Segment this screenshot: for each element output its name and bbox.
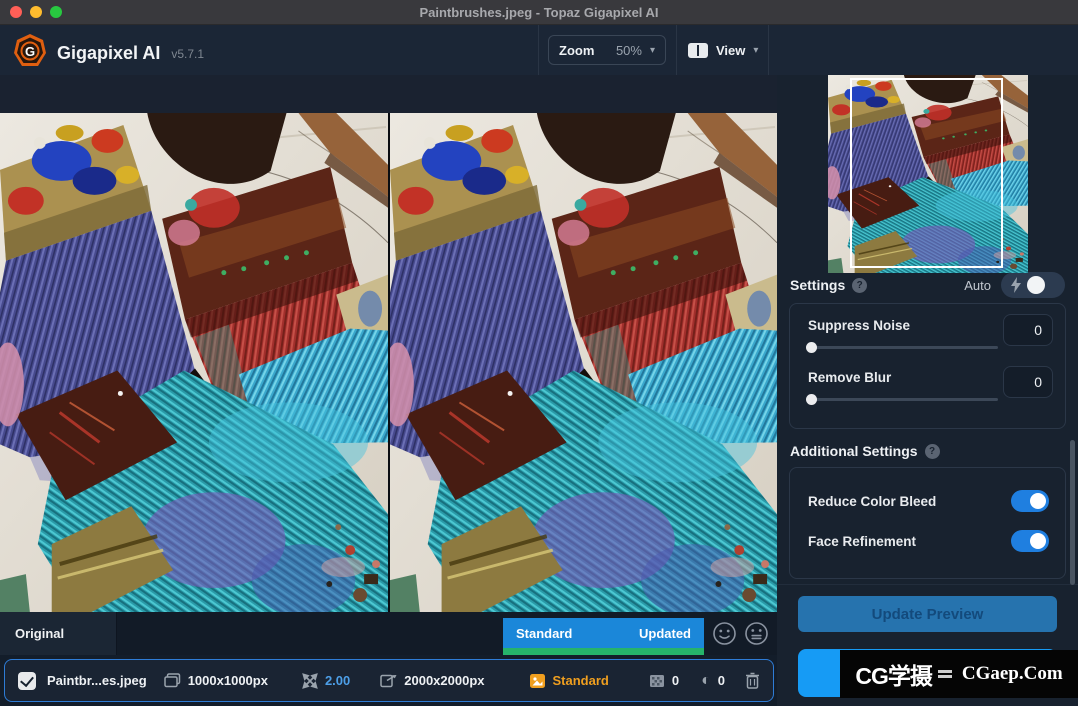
preview-navigator[interactable] xyxy=(828,75,1028,273)
reduce-color-bleed-label: Reduce Color Bleed xyxy=(808,494,936,509)
zoom-value: 50% xyxy=(616,43,642,58)
processed-image-pane[interactable] xyxy=(390,113,777,612)
tab-original[interactable]: Original xyxy=(0,612,117,655)
watermark-site: CGaep.Com xyxy=(962,663,1063,685)
suppress-noise-slider-knob[interactable] xyxy=(806,342,817,353)
update-preview-label: Update Preview xyxy=(872,606,984,623)
toolbar-separator xyxy=(676,25,677,75)
remove-blur-value: 0 xyxy=(1034,374,1042,390)
svg-text:G: G xyxy=(25,44,35,59)
panel-divider xyxy=(777,584,1078,585)
toggles-group: Reduce Color Bleed Face Refinement xyxy=(789,467,1066,579)
app-logo-icon: G xyxy=(12,33,48,74)
app-version: v5.7.1 xyxy=(171,47,204,61)
watermark-logo: CG学摄 xyxy=(855,657,932,691)
feedback-neutral-button[interactable] xyxy=(744,621,769,646)
minimize-button[interactable] xyxy=(30,6,42,18)
zoom-dropdown[interactable]: Zoom 50% ▾ xyxy=(548,35,666,65)
face-refinement-toggle[interactable] xyxy=(1011,530,1049,552)
face-refinement-label: Face Refinement xyxy=(808,534,916,549)
tab-standard[interactable]: Standard xyxy=(516,626,572,641)
toolbar-separator xyxy=(768,25,769,75)
window-title: Paintbrushes.jpeg - Topaz Gigapixel AI xyxy=(419,5,658,20)
updated-indicator xyxy=(503,648,704,655)
fullscreen-button[interactable] xyxy=(50,6,62,18)
suppress-noise-valuebox[interactable]: 0 xyxy=(1003,314,1053,346)
toolbar-separator xyxy=(538,25,539,75)
output-size: 2000x2000px xyxy=(404,673,484,688)
remove-blur-valuebox[interactable]: 0 xyxy=(1003,366,1053,398)
export-icon xyxy=(380,673,397,688)
remove-blur-slider[interactable] xyxy=(808,398,998,401)
view-label: View xyxy=(716,43,745,58)
model-icon xyxy=(529,673,546,689)
auto-toggle[interactable] xyxy=(1001,272,1065,298)
chevron-down-icon: ▾ xyxy=(650,45,655,56)
remove-blur-slider-knob[interactable] xyxy=(806,394,817,405)
settings-panel: Settings ? Auto Suppress Noise 0 Remove … xyxy=(777,75,1078,706)
noise-value: 0 xyxy=(672,673,679,688)
auto-toggle-knob xyxy=(1027,276,1045,294)
noise-icon xyxy=(649,674,665,688)
original-image-pane[interactable] xyxy=(0,113,388,612)
resize-icon xyxy=(302,673,318,689)
lightning-icon xyxy=(1011,277,1021,293)
trash-icon[interactable] xyxy=(745,672,760,689)
sliders-group: Suppress Noise 0 Remove Blur 0 xyxy=(789,303,1066,429)
input-size: 1000x1000px xyxy=(188,673,268,688)
zoom-label: Zoom xyxy=(559,43,594,58)
file-checkbox[interactable] xyxy=(18,672,36,690)
blur-value: 0 xyxy=(718,673,725,688)
navigator-viewport[interactable] xyxy=(850,78,1003,268)
watermark-tagline-mark xyxy=(938,670,952,678)
model-tabs: Standard Updated xyxy=(503,618,704,655)
help-icon[interactable]: ? xyxy=(852,278,867,293)
file-row[interactable]: Paintbr...es.jpeg 1000x1000px 2.00 2000x… xyxy=(4,659,774,702)
preview-viewer xyxy=(0,75,777,612)
watermark-banner: CG学摄 CGaep.Com xyxy=(840,650,1078,698)
reduce-color-bleed-toggle[interactable] xyxy=(1011,490,1049,512)
suppress-noise-value: 0 xyxy=(1034,322,1042,338)
help-icon[interactable]: ? xyxy=(925,444,940,459)
tab-updated[interactable]: Updated xyxy=(639,626,691,641)
close-button[interactable] xyxy=(10,6,22,18)
suppress-noise-label: Suppress Noise xyxy=(808,318,910,333)
panel-scrollbar[interactable] xyxy=(1070,440,1075,585)
toolbar: G Gigapixel AI v5.7.1 Zoom 50% ▾ View ▾ xyxy=(0,25,1078,75)
chevron-down-icon: ▾ xyxy=(753,45,758,56)
image-icon xyxy=(164,673,181,688)
app-name: Gigapixel AI xyxy=(57,43,160,64)
suppress-noise-slider[interactable] xyxy=(808,346,998,349)
gigapixel-window: Paintbrushes.jpeg - Topaz Gigapixel AI G… xyxy=(0,0,1078,706)
model-name: Standard xyxy=(553,673,609,688)
feedback-happy-button[interactable] xyxy=(712,621,737,646)
file-name: Paintbr...es.jpeg xyxy=(47,673,147,688)
scale-value: 2.00 xyxy=(325,673,350,688)
auto-label: Auto xyxy=(964,278,991,293)
view-dropdown[interactable]: View ▾ xyxy=(688,35,758,65)
split-view-icon xyxy=(688,43,708,58)
remove-blur-label: Remove Blur xyxy=(808,370,891,385)
toggle-knob xyxy=(1030,533,1046,549)
blur-icon: ◐ xyxy=(701,673,711,689)
viewer-tabsrow: Original Standard Updated xyxy=(0,612,777,655)
titlebar: Paintbrushes.jpeg - Topaz Gigapixel AI xyxy=(0,0,1078,25)
update-preview-button[interactable]: Update Preview xyxy=(798,596,1057,632)
settings-heading: Settings xyxy=(790,277,845,293)
additional-settings-heading: Additional Settings xyxy=(790,443,918,459)
toggle-knob xyxy=(1030,493,1046,509)
tab-original-label: Original xyxy=(15,626,64,641)
